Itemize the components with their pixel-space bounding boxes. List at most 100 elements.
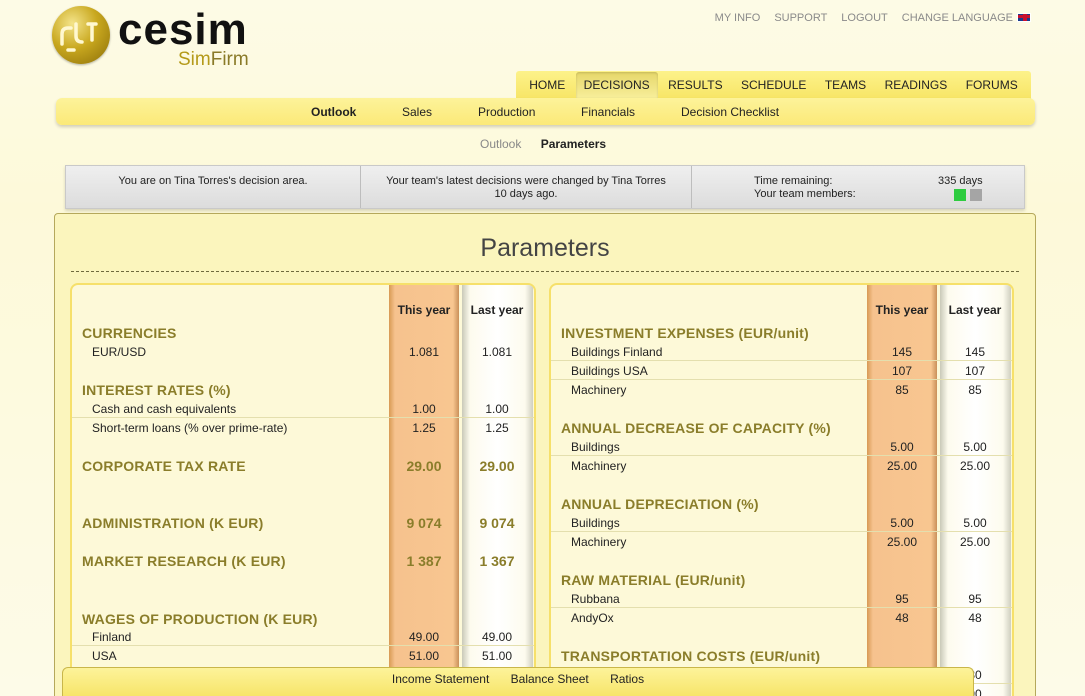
top-links: MY INFO SUPPORT LOGOUT CHANGE LANGUAGE: [715, 12, 1031, 24]
cesim-logo[interactable]: cesim SimFirm: [52, 6, 272, 72]
this-year-value: 1 387: [406, 553, 442, 569]
breadcrumb: Outlook Parameters: [480, 137, 622, 151]
change-language-link[interactable]: CHANGE LANGUAGE: [902, 12, 1031, 24]
row-label: Buildings Finland: [571, 345, 663, 359]
last-year-value: 5.00: [963, 516, 987, 530]
last-year-value: 49.00: [481, 630, 513, 644]
table-row: Cash and cash equivalents 1.00 1.00: [72, 399, 534, 418]
logout-link[interactable]: LOGOUT: [841, 12, 887, 24]
last-year-value: 145: [964, 345, 986, 359]
row-label: EUR/USD: [92, 345, 147, 359]
globe-logo-icon: [52, 6, 110, 64]
section-title: CORPORATE TAX RATE: [82, 458, 246, 474]
section-header-row: MARKET RESEARCH (K EUR) 1 387 1 367: [72, 551, 534, 570]
decision-area-notice: You are on Tina Torres's decision area.: [66, 166, 361, 208]
section-header-row: TRANSPORTATION COSTS (EUR/unit): [551, 646, 1012, 665]
last-year-value: 107: [964, 364, 986, 378]
row-label: USA: [92, 649, 117, 663]
section-header-row: CURRENCIES: [72, 323, 534, 342]
sub-navigation: Outlook Sales Production Financials Deci…: [56, 98, 1035, 125]
last-change-line1: Your team's latest decisions were change…: [386, 175, 666, 187]
this-year-value: 29.00: [406, 458, 442, 474]
this-year-header: This year: [875, 303, 929, 317]
support-link[interactable]: SUPPORT: [774, 12, 827, 24]
parameters-table-left: This year Last year CURRENCIES EUR/USD 1.0…: [70, 283, 536, 696]
change-language-label: CHANGE LANGUAGE: [901, 12, 1013, 24]
row-label: AndyOx: [571, 611, 614, 625]
section-title: MARKET RESEARCH (K EUR): [82, 553, 286, 569]
ratios-link[interactable]: Ratios: [610, 672, 644, 686]
section-header-row: ADMINISTRATION (K EUR) 9 074 9 074: [72, 513, 534, 532]
section-header-row: INTEREST RATES (%): [72, 380, 534, 399]
row-label: Machinery: [571, 459, 627, 473]
last-year-value: 1.00: [485, 402, 509, 416]
subnav-sales[interactable]: Sales: [402, 105, 432, 119]
last-year-value: 85: [968, 383, 982, 397]
last-year-value: 95: [968, 592, 982, 606]
table-row: Machinery 25.00 25.00: [551, 532, 1012, 551]
last-change-notice: Your team's latest decisions were change…: [361, 166, 692, 208]
this-year-value: 85: [895, 383, 909, 397]
this-year-value: 48: [895, 611, 909, 625]
last-year-value: 25.00: [959, 459, 991, 473]
section-title: ANNUAL DEPRECIATION (%): [561, 496, 759, 512]
nav-schedule[interactable]: SCHEDULE: [733, 72, 814, 98]
team-member-online-indicator[interactable]: [954, 189, 966, 201]
this-year-value: 51.00: [408, 649, 440, 663]
this-year-value: 5.00: [890, 516, 914, 530]
this-year-value: 1.25: [412, 421, 436, 435]
section-title: CURRENCIES: [82, 325, 177, 341]
subnav-outlook[interactable]: Outlook: [311, 105, 356, 119]
balance-sheet-link[interactable]: Balance Sheet: [511, 672, 589, 686]
subnav-decision-checklist[interactable]: Decision Checklist: [681, 105, 779, 119]
subnav-production[interactable]: Production: [478, 105, 535, 119]
row-label: Machinery: [571, 535, 627, 549]
main-navigation: HOME DECISIONS RESULTS SCHEDULE TEAMS RE…: [516, 71, 1031, 99]
brand-sub-b: Firm: [210, 49, 249, 70]
section-title: RAW MATERIAL (EUR/unit): [561, 572, 746, 588]
brand-subtitle: SimFirm: [178, 50, 249, 70]
row-label: Machinery: [571, 383, 627, 397]
row-label: Short-term loans (% over prime-rate): [92, 421, 288, 435]
section-title: INVESTMENT EXPENSES (EUR/unit): [561, 325, 809, 341]
page-title: Parameters: [480, 234, 610, 262]
last-year-value: 1 367: [479, 553, 515, 569]
team-members-label: Your team members:: [754, 188, 856, 200]
this-year-value: 25.00: [886, 459, 918, 473]
row-label: Buildings USA: [571, 364, 648, 378]
section-header-row: ANNUAL DECREASE OF CAPACITY (%): [551, 418, 1012, 437]
title-divider: [71, 271, 1019, 272]
table-row: Buildings 5.00 5.00: [551, 437, 1012, 456]
breadcrumb-outlook[interactable]: Outlook: [480, 137, 521, 151]
section-header-row: CORPORATE TAX RATE 29.00 29.00: [72, 456, 534, 475]
status-infobar: You are on Tina Torres's decision area. …: [65, 165, 1025, 209]
nav-forums[interactable]: FORUMS: [958, 72, 1026, 98]
section-title: TRANSPORTATION COSTS (EUR/unit): [561, 648, 821, 664]
breadcrumb-parameters[interactable]: Parameters: [541, 137, 606, 151]
this-year-value: 1.081: [408, 345, 440, 359]
this-year-value: 5.00: [890, 440, 914, 454]
table-row: Machinery 85 85: [551, 380, 1012, 399]
last-year-value: 48: [968, 611, 982, 625]
subnav-financials[interactable]: Financials: [581, 105, 635, 119]
row-label: Buildings: [571, 516, 620, 530]
my-info-link[interactable]: MY INFO: [715, 12, 761, 24]
nav-results[interactable]: RESULTS: [660, 72, 730, 98]
table-row: AndyOx 48 48: [551, 608, 1012, 627]
last-year-value: 9 074: [479, 515, 515, 531]
uk-flag-icon: [1017, 13, 1031, 22]
nav-teams[interactable]: TEAMS: [817, 72, 874, 98]
row-label: Rubbana: [571, 592, 620, 606]
time-and-team: Time remaining: Your team members: 335 d…: [692, 166, 1026, 208]
nav-decisions[interactable]: DECISIONS: [575, 72, 658, 98]
last-year-value: 29.00: [479, 458, 515, 474]
parameters-table-right: This year Last year INVESTMENT EXPENSES …: [549, 283, 1014, 696]
time-remaining-label: Time remaining:: [754, 175, 833, 187]
nav-readings[interactable]: READINGS: [877, 72, 956, 98]
row-label: Cash and cash equivalents: [92, 402, 237, 416]
last-year-header: Last year: [470, 303, 524, 317]
team-member-offline-indicator[interactable]: [970, 189, 982, 201]
income-statement-link[interactable]: Income Statement: [392, 672, 489, 686]
section-title: ADMINISTRATION (K EUR): [82, 515, 264, 531]
nav-home[interactable]: HOME: [521, 72, 573, 98]
